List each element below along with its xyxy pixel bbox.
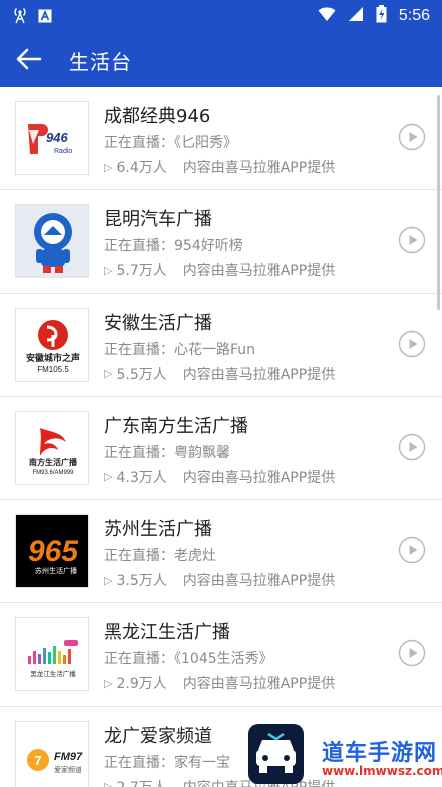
svg-text:7: 7 [34, 753, 41, 768]
content-source: 内容由喜马拉雅APP提供 [182, 573, 336, 590]
list-item[interactable]: 昆明汽车广播 正在直播：954好听榜 ▷ 5.7万人 内容由喜马拉雅APP提供 [0, 190, 442, 294]
station-logo: 南方生活广播 FM93.6/AM999 [15, 410, 89, 485]
station-meta: ▷ 4.3万人 内容由喜马拉雅APP提供 [104, 467, 335, 487]
logo-text: 安徽城市之声 [26, 352, 80, 364]
station-logo: 安徽城市之声 FM105.5 [15, 307, 89, 382]
listeners-icon: ▷ [104, 780, 113, 787]
play-icon[interactable] [398, 433, 426, 461]
station-meta: ▷ 6.4万人 内容由喜马拉雅APP提供 [104, 157, 335, 177]
logo-text: 黑龙江生活广播 [30, 669, 76, 678]
listeners-icon: ▷ [104, 573, 113, 587]
station-logo: 7 FM97 爱家频道 [15, 720, 89, 787]
logo-sub: Radio [54, 148, 72, 155]
listener-count: 3.5万人 [116, 573, 167, 590]
station-name: 广东南方生活广播 [104, 415, 248, 437]
listener-count: 2.9万人 [116, 676, 167, 693]
listener-count: 5.5万人 [116, 366, 167, 383]
list-item[interactable]: 965 苏州生活广播 苏州生活广播 正在直播：老虎灶 ▷ 3.5万人 内容由喜马… [0, 500, 442, 604]
play-icon[interactable] [398, 226, 426, 254]
logo-text: 965 [28, 535, 79, 568]
logo-text: 南方生活广播 [29, 457, 78, 467]
station-list[interactable]: 946 Radio 成都经典946 正在直播：《匕阳秀》 ▷ 6.4万人 内容由… [0, 87, 442, 787]
back-button[interactable] [14, 45, 44, 73]
listener-count: 4.3万人 [116, 469, 167, 486]
logo-text: FM97 [54, 751, 83, 763]
watermark-title: 道车手游网 [322, 741, 438, 766]
now-playing: 正在直播：粤韵飘馨 [104, 444, 230, 461]
station-name: 成都经典946 [104, 106, 211, 127]
station-logo: 黑龙江生活广播 [15, 617, 89, 692]
watermark: 道车手游网 www.lmwwsz.com [246, 722, 442, 787]
content-source: 内容由喜马拉雅APP提供 [182, 366, 336, 383]
watermark-logo [248, 724, 304, 784]
now-playing: 正在直播：心花一路Fun [104, 341, 256, 358]
list-item[interactable]: 南方生活广播 FM93.6/AM999 广东南方生活广播 正在直播：粤韵飘馨 ▷… [0, 397, 442, 501]
list-item[interactable]: 安徽城市之声 FM105.5 安徽生活广播 正在直播：心花一路Fun ▷ 5.5… [0, 294, 442, 397]
listener-count: 6.4万人 [116, 160, 167, 176]
station-meta: ▷ 3.5万人 内容由喜马拉雅APP提供 [104, 570, 335, 590]
now-playing: 正在直播：家有一宝 [104, 754, 230, 771]
content-source: 内容由喜马拉雅APP提供 [182, 263, 336, 280]
now-playing: 正在直播：954好听榜 [104, 238, 243, 255]
now-playing: 正在直播：老虎灶 [104, 548, 216, 565]
station-name: 昆明汽车广播 [104, 209, 212, 231]
listeners-icon: ▷ [104, 367, 113, 381]
listener-count: 2.7万人 [116, 777, 166, 787]
now-playing: 正在直播：《匕阳秀》 [104, 135, 237, 151]
signal-icon [348, 6, 364, 26]
station-name: 苏州生活广播 [104, 519, 212, 541]
now-playing: 正在直播：《1045生活秀》 [104, 651, 273, 668]
list-item[interactable]: 946 Radio 成都经典946 正在直播：《匕阳秀》 ▷ 6.4万人 内容由… [0, 87, 442, 191]
listener-count: 5.7万人 [116, 263, 167, 280]
status-bar: 5:56 [0, 0, 442, 31]
station-meta: ▷ 5.5万人 内容由喜马拉雅APP提供 [104, 364, 335, 384]
content-source: 内容由喜马拉雅APP提供 [182, 160, 336, 176]
station-logo [15, 204, 89, 279]
play-icon[interactable] [398, 330, 426, 358]
content-source: 内容由喜马拉雅APP提供 [182, 469, 336, 486]
content-source: 内容由喜马拉雅APP提供 [182, 676, 336, 693]
play-icon[interactable] [398, 536, 426, 564]
clock: 5:56 [398, 7, 430, 24]
listeners-icon: ▷ [104, 263, 113, 277]
logo-text: 946 [46, 130, 68, 145]
battery-icon [376, 5, 387, 27]
scrollbar[interactable] [437, 95, 440, 310]
logo-sub: FM105.5 [37, 365, 69, 374]
station-meta: ▷ 2.9万人 内容由喜马拉雅APP提供 [104, 673, 335, 693]
logo-sub: FM93.6/AM999 [32, 470, 74, 476]
play-icon[interactable] [398, 123, 426, 151]
station-logo: 965 苏州生活广播 [15, 514, 89, 589]
broadcast-icon [12, 6, 28, 28]
logo-sub: 苏州生活广播 [35, 566, 77, 575]
app-bar: 生活台 [0, 31, 442, 87]
listeners-icon: ▷ [104, 470, 113, 484]
notification-a-icon [38, 8, 52, 27]
listeners-icon: ▷ [104, 160, 113, 174]
station-name: 安徽生活广播 [104, 312, 212, 334]
wifi-icon [318, 6, 336, 26]
page-title: 生活台 [69, 50, 132, 74]
station-name: 龙广爱家频道 [104, 725, 212, 747]
station-meta: ▷ 5.7万人 内容由喜马拉雅APP提供 [104, 260, 335, 280]
station-name: 黑龙江生活广播 [104, 622, 230, 644]
logo-sub: 爱家频道 [54, 765, 82, 774]
listeners-icon: ▷ [104, 676, 113, 690]
watermark-url: www.lmwwsz.com [322, 764, 442, 778]
list-item[interactable]: 黑龙江生活广播 黑龙江生活广播 正在直播：《1045生活秀》 ▷ 2.9万人 内… [0, 603, 442, 707]
arrow-left-icon [16, 48, 42, 70]
play-icon[interactable] [398, 639, 426, 667]
station-logo: 946 Radio [15, 101, 89, 175]
